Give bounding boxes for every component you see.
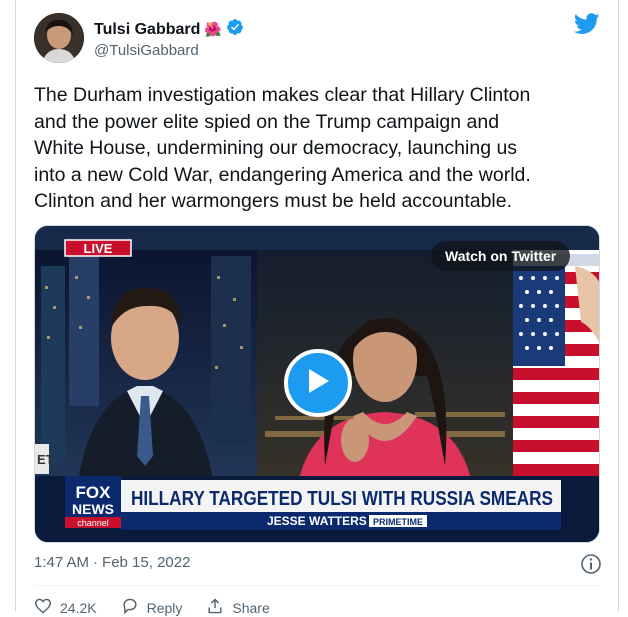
show-name: JESSE WATTERS [267,514,367,528]
divider [34,585,600,586]
share-button[interactable]: Share [206,598,270,617]
tweet-meta: 1:47 AM · Feb 15, 2022 [34,554,190,571]
show-tag: PRIMETIME [373,517,423,527]
verified-badge-icon [226,18,244,41]
tweet-text: The Durham investigation makes clear tha… [34,84,531,212]
tweet-time[interactable]: 1:47 AM [34,554,89,571]
action-bar: 24.2K Reply Share [34,598,270,617]
author-name-row[interactable]: Tulsi Gabbard 🌺 [94,18,244,41]
reply-button[interactable]: Reply [121,598,183,617]
tweet-date[interactable]: Feb 15, 2022 [102,554,190,571]
flower-emoji: 🌺 [204,21,222,37]
watch-on-twitter-button[interactable]: Watch on Twitter [431,241,571,271]
like-button[interactable]: 24.2K [34,598,97,617]
chyron-headline: HILLARY TARGETED TULSI WITH RUSSIA SMEAR… [131,488,553,510]
play-button[interactable] [284,349,352,417]
share-icon [206,598,224,617]
author-handle[interactable]: @TulsiGabbard [94,42,199,59]
avatar[interactable] [34,13,84,63]
side-text: ET [37,452,54,467]
twitter-logo-icon[interactable] [573,13,600,40]
fox-logo-line2: NEWS [72,501,114,517]
play-icon [305,367,331,400]
fox-logo-line1: FOX [76,483,112,502]
reply-icon [121,598,139,617]
live-label: LIVE [84,241,113,256]
heart-icon [34,598,52,617]
author-name[interactable]: Tulsi Gabbard [94,21,200,39]
like-count: 24.2K [60,599,97,616]
reply-label: Reply [146,599,183,616]
share-label: Share [232,599,270,616]
fox-logo-line3: channel [77,518,109,528]
meta-separator: · [93,554,99,571]
info-icon[interactable] [580,553,602,580]
